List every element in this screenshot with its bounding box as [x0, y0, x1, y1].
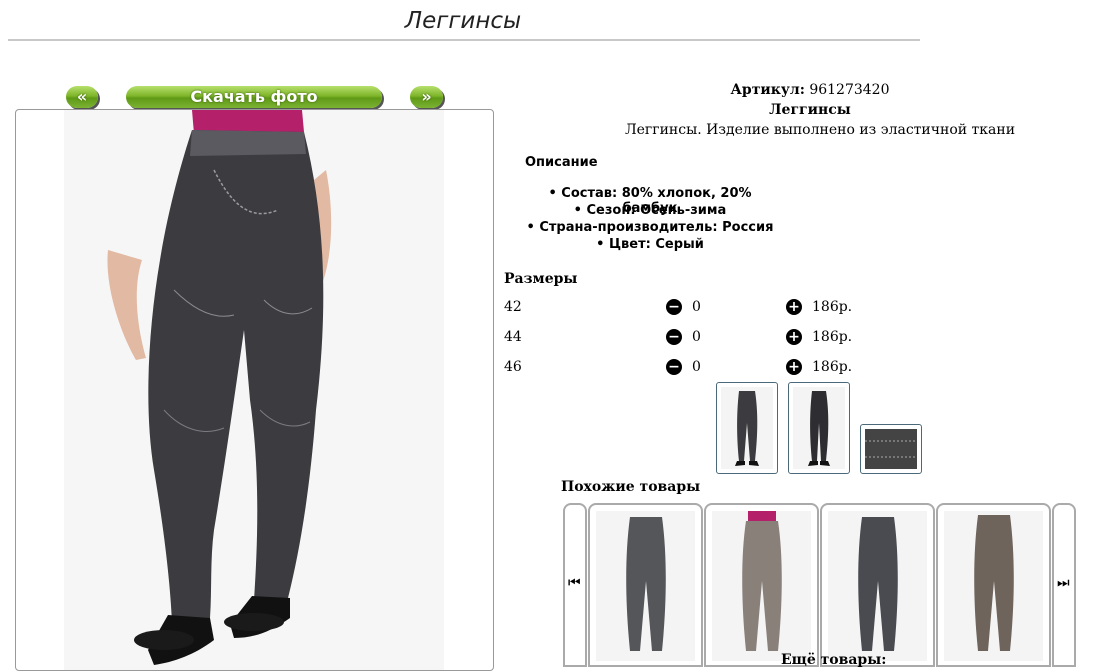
product-name: Леггинсы — [769, 102, 851, 118]
next-photo-button[interactable]: » — [410, 86, 443, 108]
more-products-title: Ещё товары: — [781, 652, 887, 668]
page-title: Леггинсы — [404, 8, 522, 34]
skip-forward-icon: ⏭ — [1057, 575, 1070, 591]
title-divider — [8, 39, 920, 41]
article-label: Артикул: — [730, 82, 805, 98]
size-row: 46 − 0 + 186р. — [504, 359, 864, 379]
photo-thumbnail[interactable] — [860, 424, 922, 474]
main-photo-frame — [15, 109, 494, 671]
quantity-value: 0 — [692, 359, 701, 375]
decrease-quantity-button[interactable]: − — [666, 299, 682, 315]
similar-product-image — [712, 511, 811, 661]
product-short-description: Леггинсы. Изделие выполнено из эластично… — [624, 122, 1016, 138]
photo-thumbnail[interactable] — [788, 382, 850, 474]
similar-product-image — [944, 511, 1043, 661]
similar-product-card[interactable] — [704, 503, 819, 667]
quantity-value: 0 — [692, 299, 701, 315]
size-price: 186р. — [812, 359, 853, 375]
article-value: 961273420 — [809, 82, 890, 98]
size-price: 186р. — [812, 329, 853, 345]
spec-item: • Цвет: Серый — [596, 237, 704, 252]
sizes-title: Размеры — [504, 271, 578, 287]
leggings-thumbnail-image — [793, 387, 845, 469]
decrease-quantity-button[interactable]: − — [666, 359, 682, 375]
download-photo-button[interactable]: Скачать фото — [126, 86, 382, 108]
photo-thumbnail[interactable] — [716, 382, 778, 474]
leggings-illustration — [64, 110, 444, 670]
size-label: 42 — [504, 299, 522, 315]
size-label: 44 — [504, 329, 522, 345]
leggings-thumbnail-image — [721, 387, 773, 469]
size-price: 186р. — [812, 299, 853, 315]
skip-back-icon: ⏮ — [568, 575, 581, 591]
increase-quantity-button[interactable]: + — [786, 329, 802, 345]
main-product-photo — [64, 110, 444, 670]
size-row: 44 − 0 + 186р. — [504, 329, 864, 349]
spec-item: • Сезон: Осень-зима — [573, 203, 727, 218]
similar-product-card[interactable] — [936, 503, 1051, 667]
increase-quantity-button[interactable]: + — [786, 299, 802, 315]
increase-quantity-button[interactable]: + — [786, 359, 802, 375]
description-title: Описание — [525, 155, 598, 170]
spec-item: • Страна-производитель: Россия — [526, 220, 774, 235]
prev-photo-button[interactable]: « — [66, 86, 98, 108]
similar-product-image — [596, 511, 695, 661]
decrease-quantity-button[interactable]: − — [666, 329, 682, 345]
carousel-prev-button[interactable]: ⏮ — [563, 503, 587, 667]
similar-product-card[interactable] — [820, 503, 935, 667]
fabric-detail-thumbnail-image — [865, 429, 917, 469]
carousel-next-button[interactable]: ⏭ — [1052, 503, 1076, 667]
size-label: 46 — [504, 359, 522, 375]
similar-product-image — [828, 511, 927, 661]
size-row: 42 − 0 + 186р. — [504, 299, 864, 319]
similar-products-title: Похожие товары — [561, 479, 701, 495]
quantity-value: 0 — [692, 329, 701, 345]
article-line: Артикул: 961273420 — [610, 82, 1010, 98]
similar-product-card[interactable] — [588, 503, 703, 667]
